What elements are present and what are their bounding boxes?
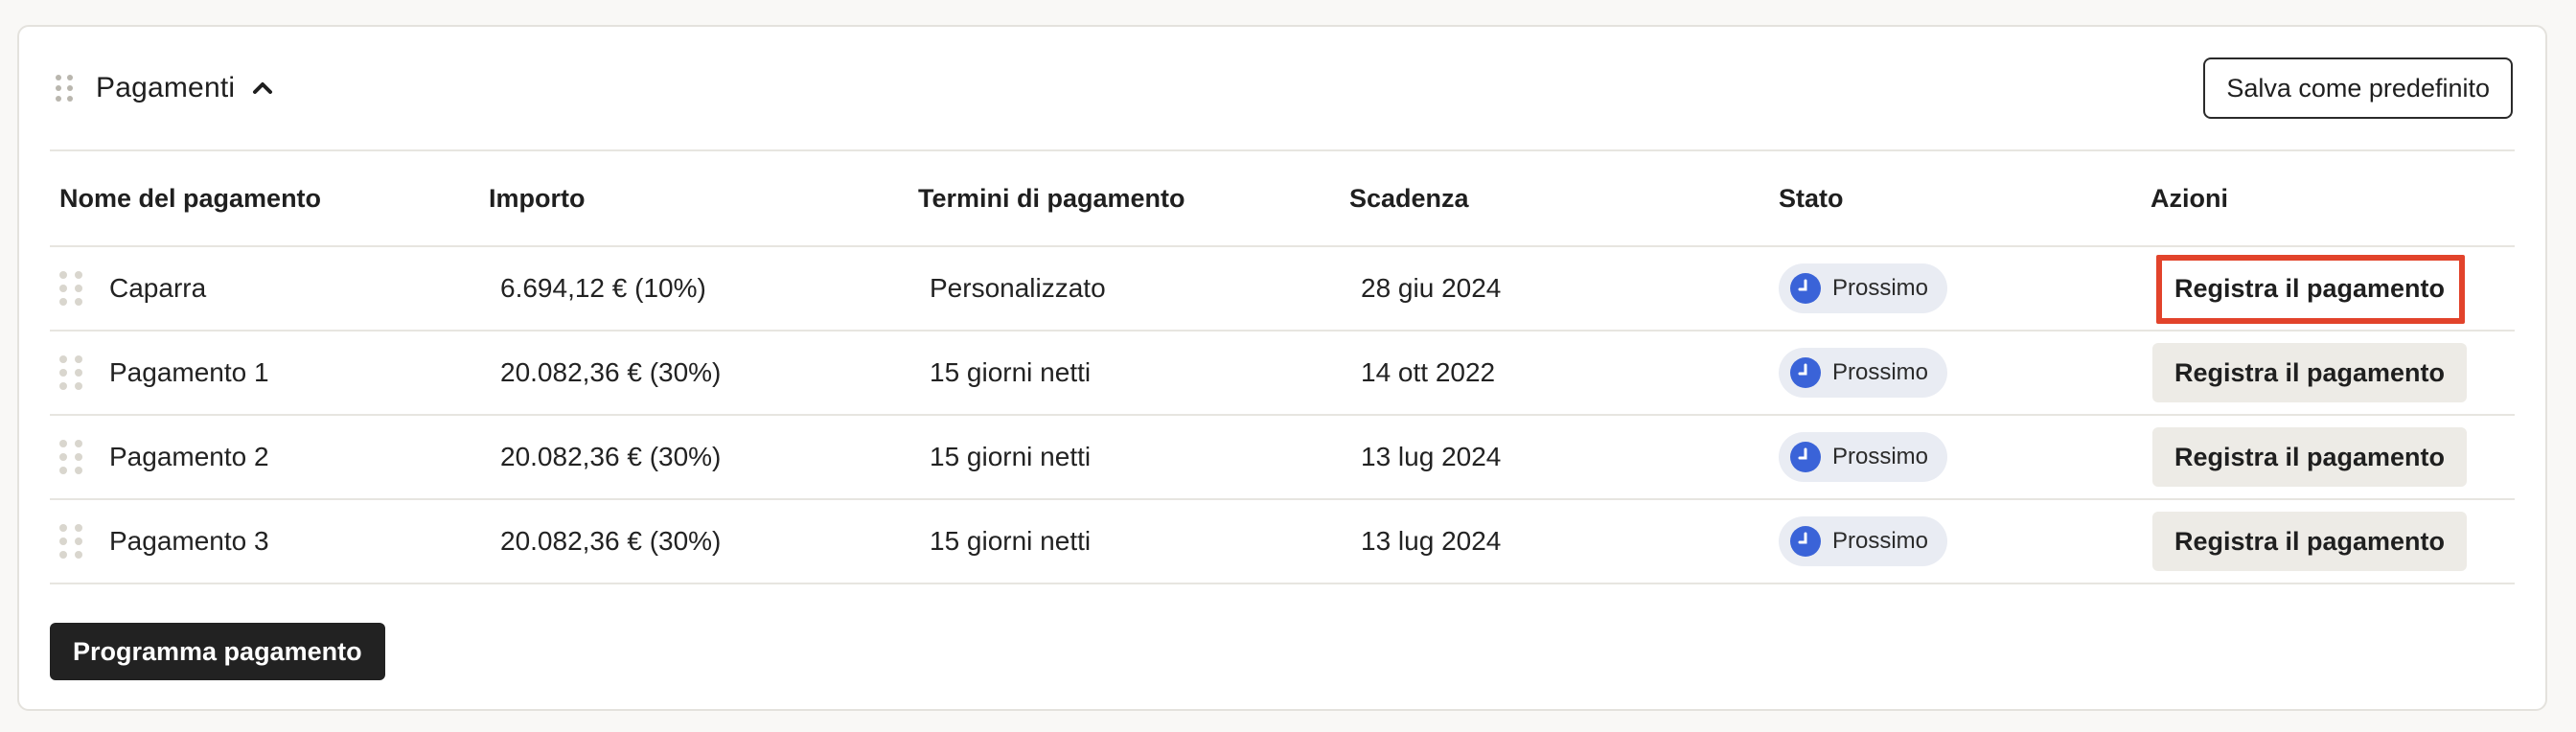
section-header: Pagamenti Salva come predefinito [19, 27, 2545, 149]
status-badge: Prossimo [1779, 348, 1948, 398]
clock-icon [1790, 273, 1821, 304]
column-header-name: Nome del pagamento [59, 183, 322, 213]
record-payment-button[interactable]: Registra il pagamento [2152, 259, 2467, 318]
save-as-default-button[interactable]: Salva come predefinito [2203, 57, 2513, 119]
status-label: Prossimo [1832, 359, 1929, 385]
column-header-actions: Azioni [2150, 183, 2228, 213]
payment-due-date: 13 lug 2024 [1361, 442, 1502, 471]
column-header-status: Stato [1779, 183, 1844, 213]
divider [50, 583, 2515, 584]
section-title: Pagamenti [96, 72, 236, 103]
table-row: Pagamento 2 20.082,36 € (30%) 15 giorni … [50, 416, 2515, 498]
record-payment-button[interactable]: Registra il pagamento [2152, 427, 2467, 487]
schedule-payment-button[interactable]: Programma pagamento [50, 623, 385, 680]
record-payment-button[interactable]: Registra il pagamento [2152, 512, 2467, 571]
status-label: Prossimo [1832, 275, 1929, 301]
drag-handle-icon[interactable] [56, 75, 73, 102]
status-label: Prossimo [1832, 444, 1929, 469]
payment-name: Pagamento 3 [109, 526, 269, 556]
drag-handle-icon[interactable] [59, 524, 82, 559]
payment-due-date: 28 giu 2024 [1361, 273, 1502, 303]
column-header-due: Scadenza [1349, 183, 1469, 213]
drag-handle-icon[interactable] [59, 355, 82, 390]
column-header-terms: Termini di pagamento [918, 183, 1185, 213]
payment-terms: Personalizzato [930, 273, 1106, 303]
table-header-row: Nome del pagamento Importo Termini di pa… [50, 151, 2515, 245]
payment-terms: 15 giorni netti [930, 526, 1092, 556]
chevron-up-icon[interactable] [250, 76, 275, 101]
column-header-amount: Importo [489, 183, 586, 213]
payment-amount: 20.082,36 € (30%) [500, 357, 722, 387]
payments-card: Pagamenti Salva come predefinito Nome de… [17, 25, 2547, 711]
payment-terms: 15 giorni netti [930, 357, 1092, 387]
table-row: Caparra 6.694,12 € (10%) Personalizzato … [50, 247, 2515, 330]
payment-due-date: 13 lug 2024 [1361, 526, 1502, 556]
clock-icon [1790, 357, 1821, 388]
record-payment-button[interactable]: Registra il pagamento [2152, 343, 2467, 402]
status-badge: Prossimo [1779, 432, 1948, 482]
status-badge: Prossimo [1779, 263, 1948, 313]
payment-terms: 15 giorni netti [930, 442, 1092, 471]
payment-amount: 20.082,36 € (30%) [500, 442, 722, 471]
drag-handle-icon[interactable] [59, 271, 82, 306]
payment-name: Caparra [109, 273, 207, 303]
payment-due-date: 14 ott 2022 [1361, 357, 1496, 387]
clock-icon [1790, 442, 1821, 472]
table-row: Pagamento 3 20.082,36 € (30%) 15 giorni … [50, 500, 2515, 583]
status-label: Prossimo [1832, 528, 1929, 554]
table-row: Pagamento 1 20.082,36 € (30%) 15 giorni … [50, 332, 2515, 414]
payment-name: Pagamento 1 [109, 357, 269, 387]
status-badge: Prossimo [1779, 516, 1948, 566]
payment-amount: 6.694,12 € (10%) [500, 273, 706, 303]
payment-amount: 20.082,36 € (30%) [500, 526, 722, 556]
clock-icon [1790, 526, 1821, 557]
drag-handle-icon[interactable] [59, 440, 82, 474]
payment-name: Pagamento 2 [109, 442, 269, 471]
